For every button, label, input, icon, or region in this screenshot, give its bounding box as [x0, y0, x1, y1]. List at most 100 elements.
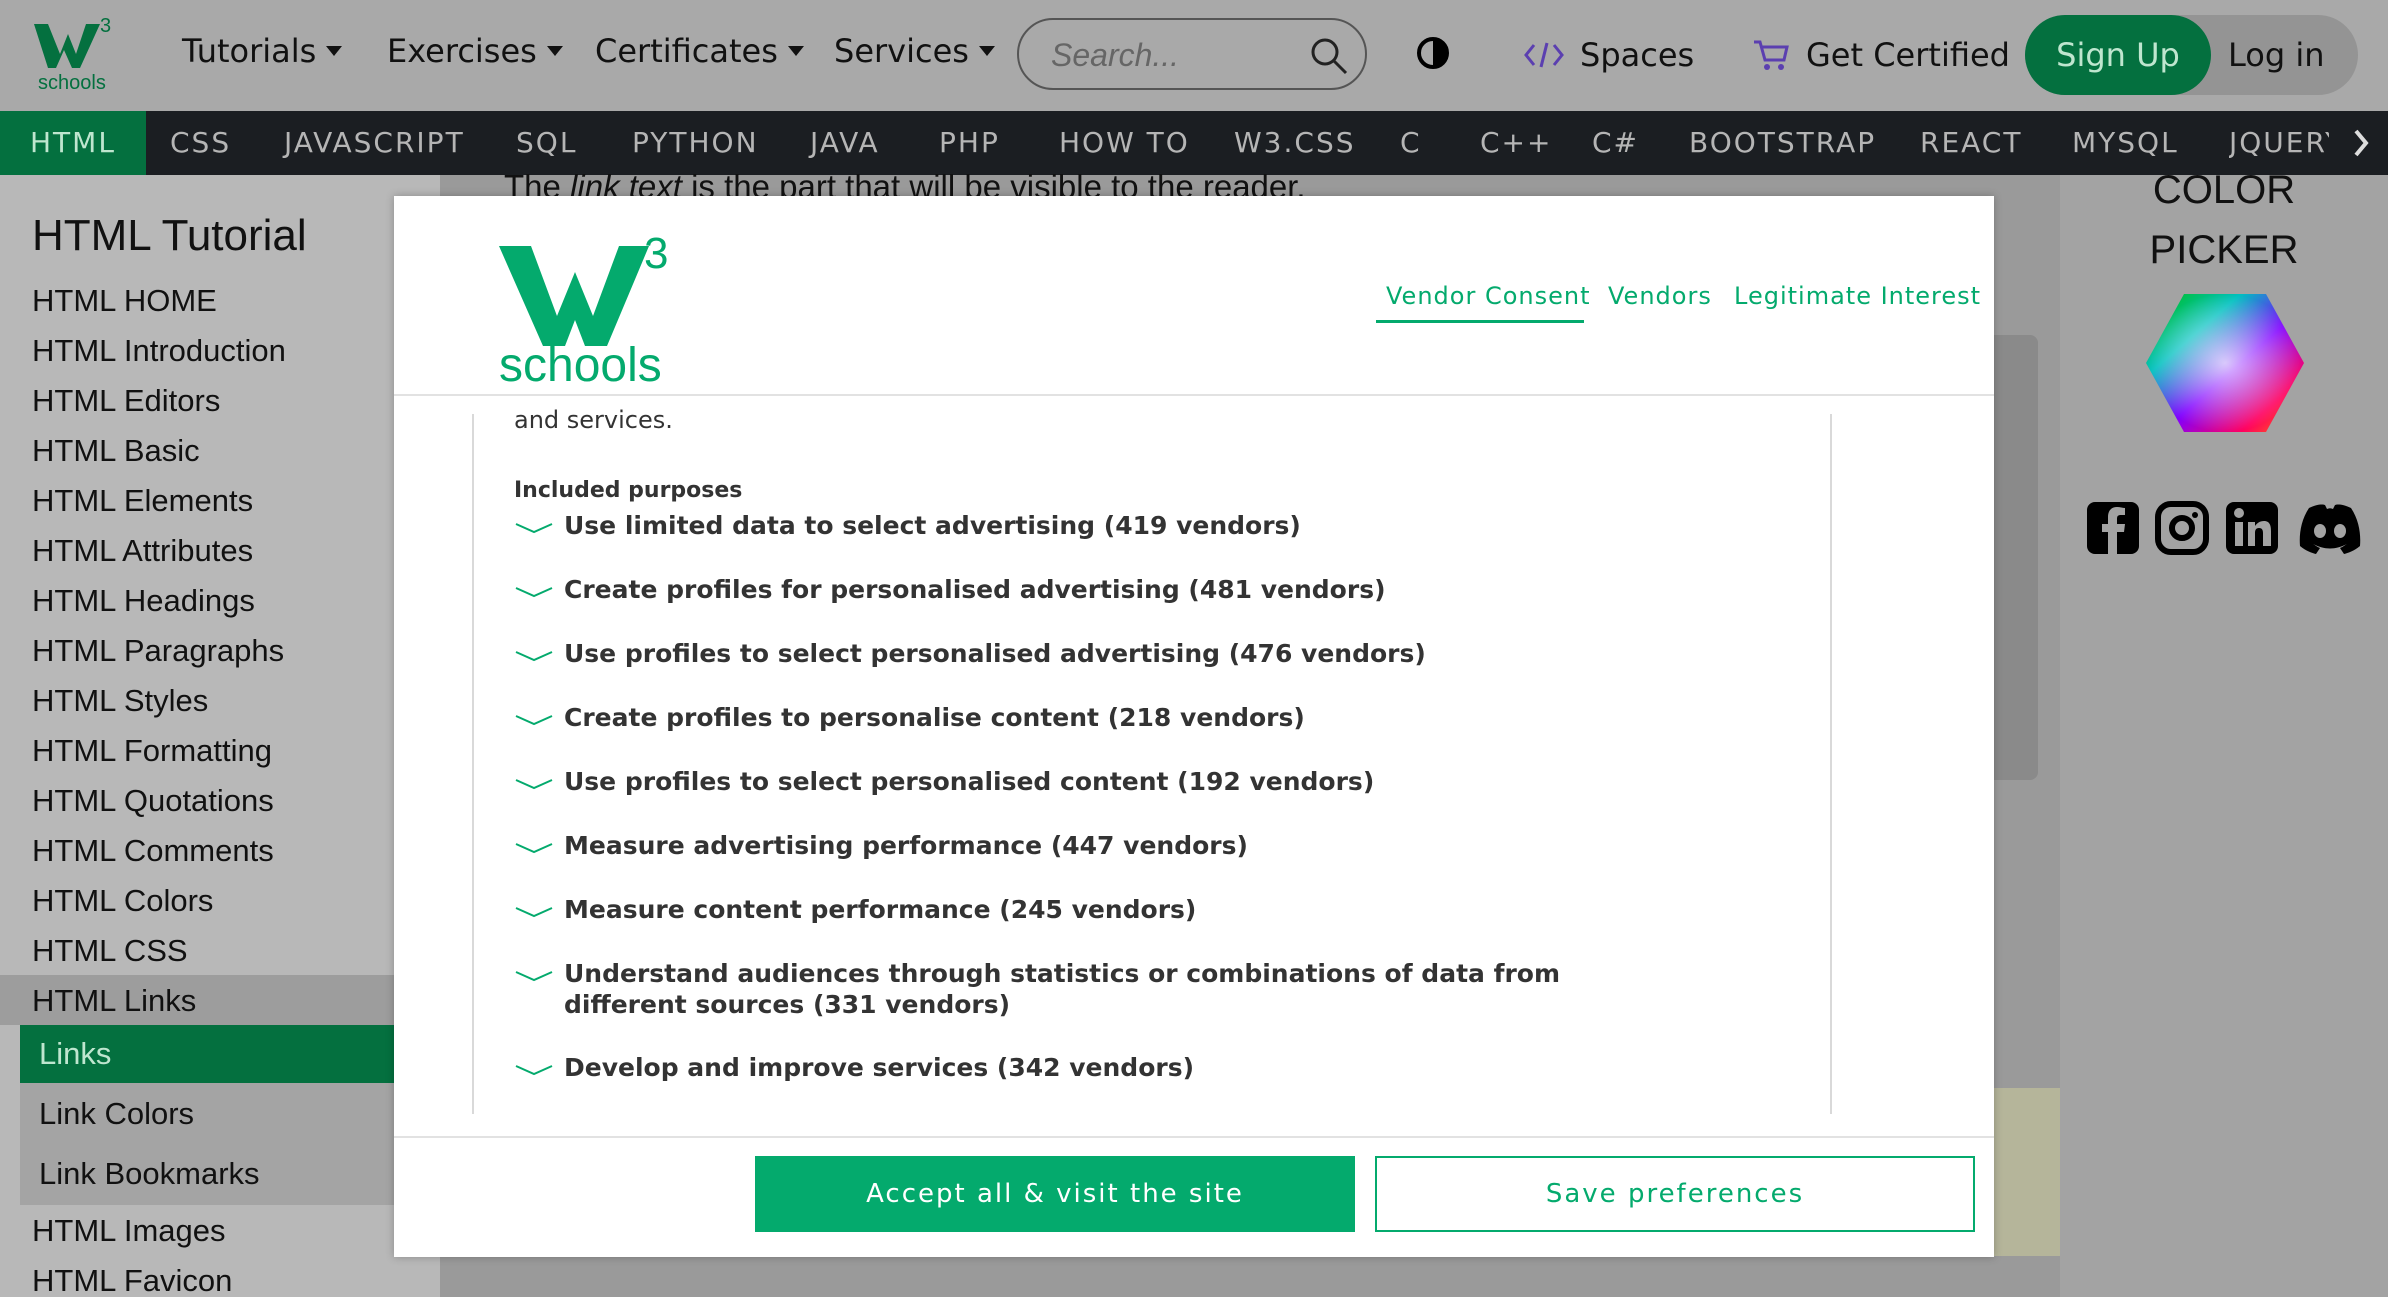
tab-html[interactable]: HTML — [0, 111, 146, 175]
exercises-menu-label: Exercises — [387, 32, 537, 70]
sidebar-item-html-formatting[interactable]: HTML Formatting — [32, 733, 272, 769]
accept-all-button[interactable]: Accept all & visit the site — [755, 1156, 1355, 1232]
description-text: and services. — [514, 406, 673, 434]
purpose-item[interactable]: Create profiles for personalised adverti… — [514, 574, 1714, 605]
included-purposes-label: Included purposes — [514, 478, 743, 503]
purpose-item[interactable]: Measure content performance (245 vendors… — [514, 894, 1714, 925]
w3schools-logo[interactable]: 3 schools — [30, 14, 120, 94]
purpose-item[interactable]: Develop and improve services (342 vendor… — [514, 1052, 1714, 1083]
chevron-down-icon — [515, 843, 553, 854]
chevron-down-icon — [515, 651, 553, 662]
w3schools-logo: 3 schools — [499, 229, 668, 386]
contrast-icon[interactable] — [1416, 36, 1450, 70]
save-preferences-button[interactable]: Save preferences — [1375, 1156, 1975, 1232]
purpose-label: Use profiles to select personalised adve… — [564, 639, 1426, 668]
sign-up-button[interactable]: Sign Up — [2025, 15, 2211, 95]
spaces-link[interactable]: Spaces — [1524, 36, 1694, 74]
sidebar-item-html-home[interactable]: HTML HOME — [32, 283, 217, 319]
tab-legitimate-interest[interactable]: Legitimate Interest — [1734, 282, 1981, 310]
spaces-label: Spaces — [1580, 36, 1695, 74]
tutorials-menu-label: Tutorials — [182, 32, 317, 70]
purpose-item[interactable]: Create profiles to personalise content (… — [514, 702, 1714, 733]
consent-dialog: 3 schools Vendor Consent Vendors Legitim… — [394, 196, 1994, 1257]
chevron-down-icon — [515, 523, 553, 534]
tab-sql[interactable]: SQL — [516, 111, 577, 175]
color-picker-hexagon-icon[interactable] — [2144, 292, 2306, 434]
sidebar-item-html-comments[interactable]: HTML Comments — [32, 833, 274, 869]
sidebar-title: HTML Tutorial — [32, 211, 307, 260]
sidebar-item-html-attributes[interactable]: HTML Attributes — [32, 533, 253, 569]
chevron-down-icon — [515, 907, 553, 918]
svg-text:3: 3 — [100, 15, 111, 37]
topic-navbar: HTML CSS JAVASCRIPT SQL PYTHON JAVA PHP … — [0, 111, 2388, 175]
purpose-item[interactable]: Use profiles to select personalised cont… — [514, 766, 1714, 797]
chevron-down-icon — [515, 971, 553, 982]
tab-w3css[interactable]: W3.CSS — [1234, 111, 1356, 175]
purpose-label: Create profiles to personalise content (… — [564, 703, 1305, 732]
get-certified-label: Get Certified — [1806, 36, 2010, 74]
services-menu[interactable]: Services — [834, 32, 995, 70]
sidebar-item-html-images[interactable]: HTML Images — [32, 1213, 226, 1249]
tab-vendors[interactable]: Vendors — [1608, 282, 1712, 310]
sidebar-item-html-styles[interactable]: HTML Styles — [32, 683, 208, 719]
log-in-button[interactable]: Log in — [2228, 36, 2325, 74]
sidebar-item-html-headings[interactable]: HTML Headings — [32, 583, 255, 619]
tab-how-to[interactable]: HOW TO — [1059, 111, 1190, 175]
sidebar-subitem-link-bookmarks[interactable]: Link Bookmarks — [20, 1145, 440, 1203]
purpose-item[interactable]: Use limited data to select advertising (… — [514, 510, 1714, 541]
tab-bootstrap[interactable]: BOOTSTRAP — [1689, 111, 1876, 175]
svg-text:schools: schools — [38, 72, 106, 94]
sidebar-item-html-css[interactable]: HTML CSS — [32, 933, 188, 969]
search-icon[interactable] — [1309, 36, 1349, 76]
sidebar-item-html-quotations[interactable]: HTML Quotations — [32, 783, 274, 819]
consent-dialog-body: and services. Included purposes Use limi… — [472, 406, 1832, 1114]
tab-java[interactable]: JAVA — [810, 111, 880, 175]
sidebar: HTML Tutorial HTML HOME HTML Introductio… — [0, 175, 440, 1297]
purpose-item[interactable]: Measure advertising performance (447 ven… — [514, 830, 1714, 861]
tab-php[interactable]: PHP — [939, 111, 1000, 175]
linkedin-icon[interactable] — [2224, 500, 2280, 556]
color-picker-title[interactable]: COLOR PICKER — [2060, 160, 2388, 280]
sidebar-subitem-links[interactable]: Links — [20, 1025, 440, 1083]
svg-text:schools: schools — [499, 339, 662, 386]
certificates-menu[interactable]: Certificates — [595, 32, 804, 70]
tab-csharp[interactable]: C# — [1592, 111, 1639, 175]
sidebar-item-html-introduction[interactable]: HTML Introduction — [32, 333, 286, 369]
purpose-item[interactable]: Understand audiences through statistics … — [514, 958, 1634, 1020]
sidebar-item-html-links[interactable]: HTML Links — [32, 983, 196, 1019]
consent-dialog-header: 3 schools Vendor Consent Vendors Legitim… — [394, 196, 1994, 396]
tab-python[interactable]: PYTHON — [632, 111, 759, 175]
sidebar-item-html-paragraphs[interactable]: HTML Paragraphs — [32, 633, 284, 669]
purpose-label: Measure advertising performance (447 ven… — [564, 831, 1248, 860]
purpose-label: Create profiles for personalised adverti… — [564, 575, 1386, 604]
caret-down-icon — [546, 46, 563, 56]
tab-javascript[interactable]: JAVASCRIPT — [284, 111, 465, 175]
tab-css[interactable]: CSS — [170, 111, 231, 175]
tab-react[interactable]: REACT — [1920, 111, 2022, 175]
purpose-label: Understand audiences through statistics … — [564, 959, 1561, 1019]
facebook-icon[interactable] — [2085, 500, 2141, 556]
sidebar-subitem-link-colors[interactable]: Link Colors — [20, 1085, 440, 1143]
sidebar-item-html-editors[interactable]: HTML Editors — [32, 383, 220, 419]
sidebar-item-html-elements[interactable]: HTML Elements — [32, 483, 253, 519]
search-input[interactable]: Search... — [1017, 18, 1367, 90]
services-menu-label: Services — [834, 32, 969, 70]
exercises-menu[interactable]: Exercises — [387, 32, 563, 70]
search-placeholder: Search... — [1051, 37, 1180, 73]
tab-vendor-consent[interactable]: Vendor Consent — [1386, 282, 1591, 310]
chevron-right-icon[interactable] — [2352, 125, 2372, 161]
chevron-down-icon — [515, 587, 553, 598]
get-certified-link[interactable]: Get Certified — [1752, 36, 2010, 74]
sidebar-item-html-basic[interactable]: HTML Basic — [32, 433, 200, 469]
certificates-menu-label: Certificates — [595, 32, 778, 70]
sidebar-item-html-favicon[interactable]: HTML Favicon — [32, 1263, 232, 1297]
tab-c[interactable]: C — [1400, 111, 1422, 175]
tab-cpp[interactable]: C++ — [1480, 111, 1552, 175]
color-picker-line2: PICKER — [2149, 228, 2299, 272]
sidebar-item-html-colors[interactable]: HTML Colors — [32, 883, 213, 919]
consent-dialog-footer: Accept all & visit the site Save prefere… — [394, 1136, 1994, 1257]
instagram-icon[interactable] — [2154, 500, 2210, 556]
discord-icon[interactable] — [2295, 500, 2365, 556]
tutorials-menu[interactable]: Tutorials — [182, 32, 343, 70]
purpose-item[interactable]: Use profiles to select personalised adve… — [514, 638, 1714, 669]
